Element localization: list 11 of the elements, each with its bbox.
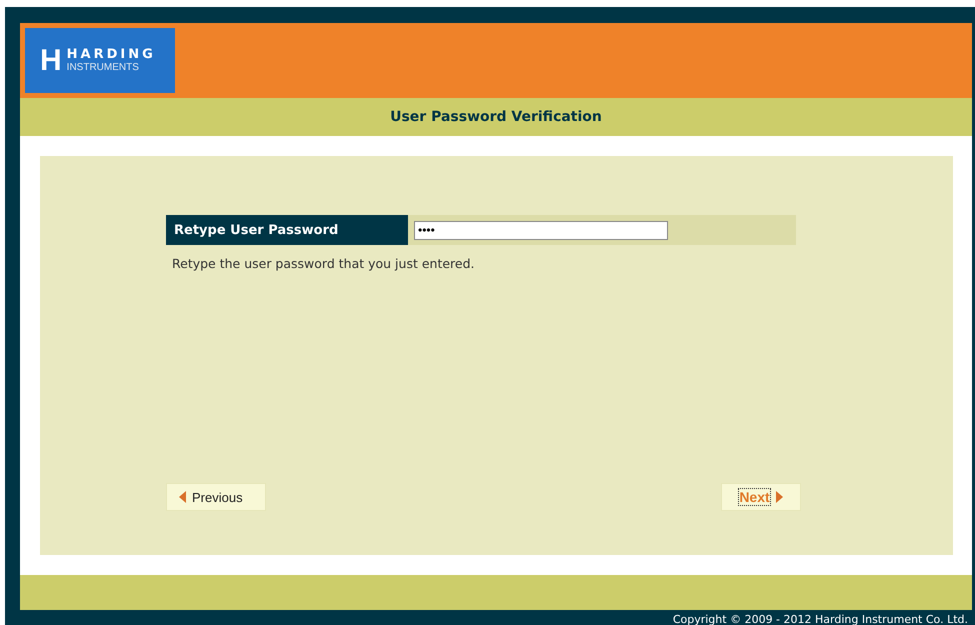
password-field[interactable]: ••••: [414, 220, 668, 240]
previous-button[interactable]: Previous: [166, 483, 266, 511]
left-arrow-icon: [179, 491, 186, 503]
help-text: Retype the user password that you just entered.: [172, 256, 476, 271]
page-title: User Password Verification: [390, 109, 602, 125]
right-arrow-icon: [776, 491, 783, 503]
logo-mark: H: [40, 46, 62, 76]
field-label: Retype User Password: [166, 215, 408, 245]
copyright-text: Copyright © 2009 - 2012 Harding Instrument Co. Ltd.: [672, 612, 969, 625]
logo-subtitle: INSTRUMENTS: [66, 62, 140, 74]
logo-name: HARDING: [66, 48, 156, 62]
